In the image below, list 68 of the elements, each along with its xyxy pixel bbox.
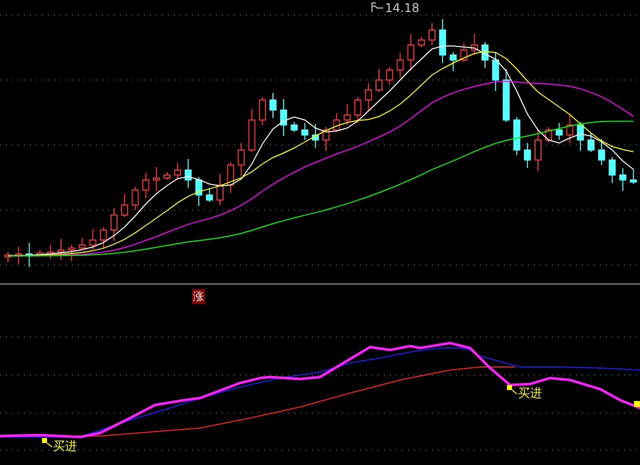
candlestick <box>364 82 372 112</box>
candlestick <box>270 92 276 118</box>
candlestick <box>576 122 584 152</box>
candlestick <box>502 68 510 122</box>
candlestick <box>598 138 606 166</box>
candlestick <box>227 162 234 194</box>
high-price-label: 14.18 <box>385 1 420 15</box>
candlestick <box>354 96 362 124</box>
candlestick <box>195 176 202 206</box>
candlestick <box>36 250 44 258</box>
candlestick <box>68 244 76 262</box>
candlestick <box>566 114 574 144</box>
candlestick <box>482 42 488 68</box>
candlestick <box>344 104 351 126</box>
candlestick <box>164 172 170 180</box>
candlestick <box>545 126 552 142</box>
flag-icon <box>371 2 383 12</box>
candlestick <box>386 66 394 86</box>
candlestick <box>206 188 213 202</box>
candlestick <box>513 116 520 156</box>
candlestick <box>100 226 107 248</box>
candlestick <box>132 186 139 210</box>
candlestick <box>26 242 33 268</box>
candlestick <box>588 132 594 152</box>
candlestick <box>322 126 330 152</box>
candlestick <box>258 96 266 126</box>
candlestick <box>89 228 96 250</box>
candlestick <box>333 112 340 132</box>
candlestick <box>492 52 500 92</box>
candlestick <box>608 156 616 184</box>
candlestick <box>216 174 224 206</box>
candlestick <box>524 142 531 168</box>
rise-marker: 涨 <box>192 289 205 304</box>
candlestick <box>290 122 298 132</box>
candlestick <box>407 34 414 72</box>
candlestick <box>439 18 446 64</box>
candlestick <box>619 168 626 192</box>
candlestick <box>248 108 256 152</box>
candlestick <box>58 238 64 260</box>
candlestick <box>396 52 404 78</box>
candlestick <box>301 122 308 140</box>
candlestick <box>142 172 150 198</box>
signal-icon <box>507 385 518 395</box>
candlestick <box>46 244 54 260</box>
candlestick <box>312 124 319 148</box>
buy-signal-label: 买进 <box>518 386 542 400</box>
candlestick <box>238 142 245 176</box>
candlestick <box>78 238 86 250</box>
candlestick <box>152 166 160 192</box>
candlestick <box>280 98 288 136</box>
buy-signal-label: 买进 <box>53 439 77 453</box>
candlestick <box>184 158 192 188</box>
candlestick <box>630 168 637 184</box>
candlestick <box>121 194 128 218</box>
candlestick <box>460 42 468 62</box>
candlestick <box>15 246 22 264</box>
candlestick <box>428 22 436 46</box>
candlestick <box>174 162 182 180</box>
candlestick <box>470 34 478 56</box>
candlestick <box>534 128 542 172</box>
candlestick <box>4 252 12 262</box>
candlestick <box>418 36 425 48</box>
candlestick <box>110 208 118 242</box>
candlestick <box>556 122 563 140</box>
candlestick <box>376 68 382 92</box>
signal-icon <box>42 438 53 448</box>
candlestick <box>450 52 457 72</box>
signal-icon <box>634 401 640 407</box>
